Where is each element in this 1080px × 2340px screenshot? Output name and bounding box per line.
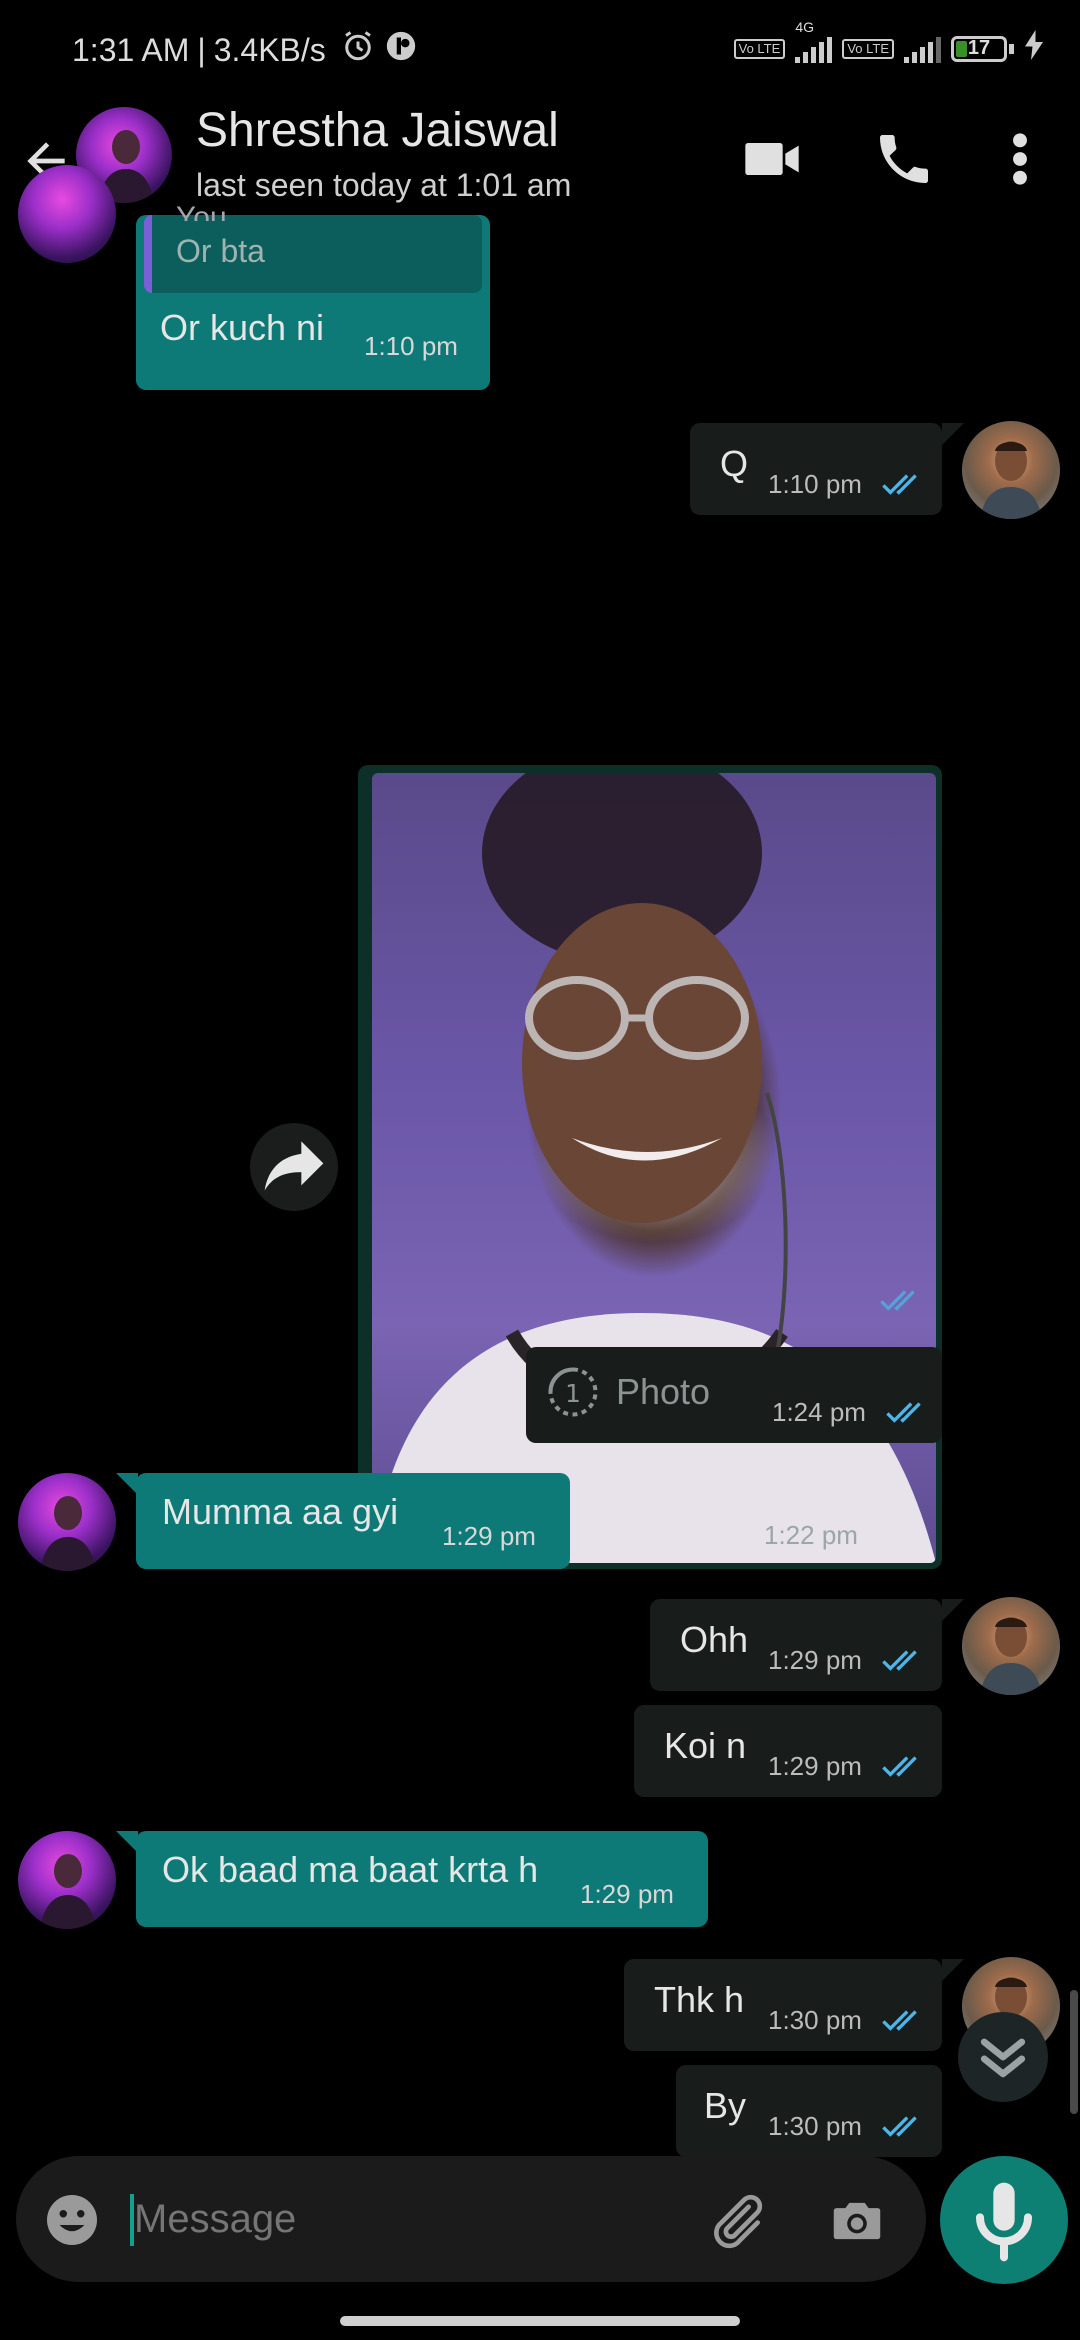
read-ticks-icon <box>882 2010 917 2031</box>
message-time: 1:29 pm <box>580 1879 674 1909</box>
mic-button[interactable] <box>940 2156 1068 2284</box>
message-input[interactable] <box>132 2186 676 2252</box>
read-ticks-icon <box>882 1650 917 1671</box>
outgoing-message[interactable]: Koi n 1:29 pm <box>634 1705 942 1797</box>
message-text: By <box>704 2085 747 2126</box>
scrollbar[interactable] <box>1070 1990 1078 2114</box>
message-text: Ok baad ma baat krta h <box>162 1849 539 1890</box>
attach-icon[interactable] <box>706 2190 768 2257</box>
svg-text:1: 1 <box>565 1379 581 1408</box>
message-time: 1:10 pm <box>364 331 458 361</box>
volte-badge: Vo LTE <box>733 39 786 59</box>
read-ticks-icon <box>886 1402 921 1423</box>
network-speed: 3.4KB/s <box>213 31 326 68</box>
signal-icon-2 <box>904 35 941 63</box>
incoming-message[interactable]: Mumma aa gyi 1:29 pm <box>136 1473 570 1569</box>
video-call-icon[interactable] <box>740 127 804 196</box>
status-time: 1:31 AM <box>72 31 190 68</box>
contact-avatar-small[interactable] <box>18 165 116 263</box>
chat-header: Shrestha Jaiswal last seen today at 1:01… <box>0 95 1080 235</box>
shared-photo[interactable] <box>372 773 936 1563</box>
quote-author: You <box>176 201 227 221</box>
scroll-to-bottom-button[interactable] <box>958 2012 1048 2102</box>
quoted-message[interactable]: You Or bta <box>144 201 482 293</box>
message-text: Ohh <box>680 1619 749 1660</box>
last-seen-status[interactable]: last seen today at 1:01 am <box>196 167 571 204</box>
outgoing-message[interactable]: Ohh 1:29 pm <box>650 1599 942 1691</box>
home-indicator[interactable] <box>340 2316 740 2326</box>
read-ticks-icon <box>882 474 917 495</box>
alarm-icon <box>340 28 376 72</box>
incoming-message[interactable]: Ok baad ma baat krta h 1:29 pm <box>136 1831 708 1927</box>
charging-icon <box>1024 30 1044 68</box>
volte-badge-2: Vo LTE <box>842 39 894 59</box>
read-ticks-icon <box>882 1756 917 1777</box>
outgoing-message[interactable]: Q 1:10 pm <box>690 423 942 515</box>
battery-level: 17 <box>967 37 991 59</box>
view-once-icon: 1 <box>548 1367 598 1417</box>
incoming-message[interactable]: You Or bta Or kuch ni 1:10 pm <box>136 201 490 390</box>
status-separator: | <box>197 31 206 68</box>
message-time: 1:29 pm <box>442 1521 536 1551</box>
chat-area[interactable]: You Or bta Or kuch ni 1:10 pm Q 1:10 pm … <box>0 165 1080 2157</box>
battery-icon: 17 <box>951 36 1014 62</box>
image-time: 1:22 pm <box>764 1520 858 1550</box>
message-text: Thk h <box>654 1979 745 2020</box>
contact-avatar-small[interactable] <box>18 1473 116 1571</box>
view-once-message[interactable]: 1 Photo 1:24 pm <box>526 1347 942 1443</box>
message-time: 1:24 pm <box>772 1397 866 1427</box>
view-once-label: Photo <box>616 1371 711 1412</box>
my-avatar[interactable] <box>962 1597 1060 1695</box>
forward-button[interactable] <box>250 1123 338 1211</box>
camera-icon[interactable] <box>826 2190 888 2257</box>
outgoing-message[interactable]: Thk h 1:30 pm <box>624 1959 942 2051</box>
read-ticks-icon <box>882 2116 917 2137</box>
voice-call-icon[interactable] <box>872 127 936 196</box>
signal-icon: 4G <box>795 19 833 63</box>
quote-text: Or bta <box>176 233 265 269</box>
message-text: Or kuch ni <box>160 307 325 348</box>
more-vert-icon[interactable] <box>1000 127 1040 196</box>
message-time: 1:30 pm <box>768 2005 862 2035</box>
message-time: 1:30 pm <box>768 2111 862 2141</box>
message-time: 1:29 pm <box>768 1645 862 1675</box>
contact-name[interactable]: Shrestha Jaiswal <box>196 103 559 158</box>
emoji-icon[interactable] <box>42 2190 102 2255</box>
message-text: Koi n <box>664 1725 747 1766</box>
status-bar: 1:31 AM | 3.4KB/s Vo LTE 4G Vo LTE 17 <box>0 0 1080 95</box>
contact-avatar-small[interactable] <box>18 1831 116 1929</box>
read-ticks-icon <box>880 1290 915 1311</box>
outgoing-message[interactable]: By 1:30 pm <box>676 2065 942 2157</box>
app-notification-icon <box>384 29 418 71</box>
mic-icon <box>976 2182 1032 2262</box>
message-time: 1:10 pm <box>768 469 862 499</box>
my-avatar[interactable] <box>962 421 1060 519</box>
message-text: Mumma aa gyi <box>162 1491 399 1532</box>
message-text: Q <box>720 443 749 484</box>
network-type: 4G <box>795 19 814 35</box>
message-time: 1:29 pm <box>768 1751 862 1781</box>
